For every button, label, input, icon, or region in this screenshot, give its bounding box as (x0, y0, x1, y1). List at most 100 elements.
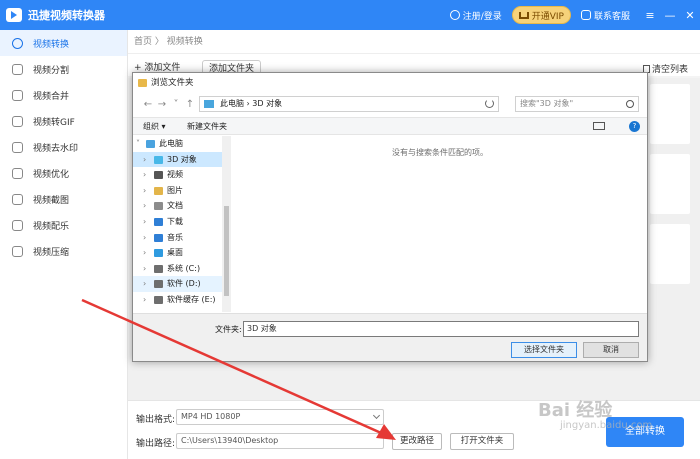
search-input[interactable]: 搜索"3D 对象" (515, 96, 639, 112)
refresh-icon[interactable] (485, 99, 494, 108)
collapsed-chevron-icon[interactable]: › (143, 292, 146, 308)
folder-icon (138, 79, 147, 87)
recent-chevron-icon[interactable]: ˅ (169, 99, 183, 110)
tree-item-pictures[interactable]: › 图片 (133, 183, 230, 199)
search-icon (626, 100, 634, 108)
tree-item-label: 系统 (C:) (167, 263, 201, 273)
forward-arrow-icon[interactable]: → (155, 99, 169, 110)
sidebar-item-remove-watermark[interactable]: 视频去水印 (0, 134, 127, 160)
collapsed-chevron-icon[interactable]: › (143, 230, 146, 246)
collapsed-chevron-icon[interactable]: › (143, 261, 146, 277)
tree-item-this-pc[interactable]: ˅ 此电脑 (133, 136, 230, 152)
folder-name-field[interactable]: 3D 对象 (243, 321, 639, 337)
scrollbar-thumb[interactable] (224, 206, 229, 296)
desktop-icon (154, 249, 163, 258)
tree-item-label: 下载 (167, 216, 183, 226)
user-icon[interactable] (449, 10, 460, 20)
expanded-chevron-icon[interactable]: ˅ (136, 136, 140, 152)
browse-folder-dialog: 浏览文件夹 ← → ˅ ↑ 此电脑 › 3D 对象 搜索"3D 对象" 组织 ▾… (132, 72, 648, 362)
sidebar-item-video-split[interactable]: 视频分割 (0, 56, 127, 82)
music-icon (154, 233, 163, 242)
login-link[interactable]: 注册/登录 (463, 9, 502, 22)
convert-icon (12, 37, 23, 49)
new-folder-button[interactable]: 新建文件夹 (187, 121, 227, 132)
crown-icon (518, 11, 529, 19)
tree-item-label: 3D 对象 (167, 154, 197, 164)
collapsed-chevron-icon[interactable]: › (143, 167, 146, 183)
tree-item-drive-d[interactable]: › 软件 (D:) (133, 276, 230, 292)
sidebar-item-video-compress[interactable]: 视频压缩 (0, 238, 127, 264)
list-item[interactable] (650, 154, 690, 214)
dialog-footer: 文件夹: 3D 对象 选择文件夹 取消 (133, 313, 647, 361)
address-input[interactable]: 此电脑 › 3D 对象 (199, 96, 499, 112)
output-path-field[interactable]: C:\Users\13940\Desktop (176, 433, 384, 449)
picture-icon (154, 186, 163, 195)
sidebar-item-video-music[interactable]: 视频配乐 (0, 212, 127, 238)
list-item[interactable] (650, 84, 690, 144)
document-icon (154, 202, 163, 211)
clear-list-button[interactable]: 清空列表 (642, 62, 688, 75)
organize-menu[interactable]: 组织 ▾ (143, 121, 166, 132)
change-path-button[interactable]: 更改路径 (392, 433, 442, 450)
split-icon (12, 63, 23, 75)
up-arrow-icon[interactable]: ↑ (183, 99, 197, 110)
sidebar-item-label: 视频去水印 (33, 143, 79, 154)
search-placeholder: 搜索"3D 对象" (520, 99, 574, 108)
baidu-watermark-url: jingyan.baidu.com (560, 420, 653, 431)
app-logo-icon (6, 8, 22, 22)
dialog-title: 浏览文件夹 (151, 78, 194, 88)
tree-scrollbar[interactable] (222, 136, 231, 312)
view-options-icon[interactable] (593, 122, 605, 130)
app-title: 迅捷视频转换器 (28, 9, 105, 22)
tree-item-desktop[interactable]: › 桌面 (133, 245, 230, 261)
tree-item-downloads[interactable]: › 下载 (133, 214, 230, 230)
sidebar-item-label: 视频转换 (33, 39, 70, 50)
collapsed-chevron-icon[interactable]: › (143, 245, 146, 261)
cancel-button[interactable]: 取消 (583, 342, 639, 358)
open-folder-button[interactable]: 打开文件夹 (450, 433, 514, 450)
sidebar-item-video-merge[interactable]: 视频合并 (0, 82, 127, 108)
optimize-icon (12, 167, 23, 179)
dialog-title-bar: 浏览文件夹 (133, 73, 647, 93)
help-icon[interactable]: ? (629, 121, 640, 132)
sidebar-item-video-gif[interactable]: 视频转GIF (0, 108, 127, 134)
tree-item-label: 桌面 (167, 248, 183, 258)
tree-item-music[interactable]: › 音乐 (133, 230, 230, 246)
compress-icon (12, 245, 23, 257)
collapsed-chevron-icon[interactable]: › (143, 198, 146, 214)
customer-service-link[interactable]: 联系客服 (594, 9, 630, 22)
music-icon (12, 219, 23, 231)
chevron-down-icon (372, 411, 381, 420)
menu-button[interactable]: ≡ (640, 9, 660, 22)
customer-service-icon[interactable] (580, 10, 591, 20)
pc-icon (204, 100, 214, 108)
collapsed-chevron-icon[interactable]: › (143, 152, 146, 168)
command-bar: 组织 ▾ 新建文件夹 ? (133, 117, 647, 135)
tree-item-3d-objects[interactable]: › 3D 对象 (133, 151, 230, 168)
gif-icon (12, 115, 23, 127)
tree-item-drive-e[interactable]: › 软件缓存 (E:) (133, 292, 230, 308)
tree-item-documents[interactable]: › 文档 (133, 198, 230, 214)
tree-item-label: 软件缓存 (E:) (167, 294, 216, 304)
sidebar-item-label: 视频优化 (33, 169, 70, 180)
back-arrow-icon[interactable]: ← (141, 99, 155, 110)
tree-item-label: 文档 (167, 201, 183, 211)
tree-item-drive-c[interactable]: › 系统 (C:) (133, 261, 230, 277)
sidebar-item-video-screenshot[interactable]: 视频截图 (0, 186, 127, 212)
select-folder-button[interactable]: 选择文件夹 (511, 342, 577, 358)
close-button[interactable]: ✕ (680, 9, 700, 22)
sidebar-item-video-optimize[interactable]: 视频优化 (0, 160, 127, 186)
collapsed-chevron-icon[interactable]: › (143, 183, 146, 199)
list-item[interactable] (650, 224, 690, 284)
collapsed-chevron-icon[interactable]: › (143, 214, 146, 230)
output-format-select[interactable]: MP4 HD 1080P (176, 409, 384, 425)
tree-item-videos[interactable]: › 视频 (133, 167, 230, 183)
sidebar-item-label: 视频配乐 (33, 221, 70, 232)
vip-button[interactable]: 开通VIP (511, 6, 571, 24)
title-bar: 迅捷视频转换器 注册/登录 开通VIP 联系客服 ≡ — ✕ (0, 0, 700, 30)
tree-item-label: 软件 (D:) (167, 279, 201, 289)
sidebar-item-video-convert[interactable]: 视频转换 (0, 30, 127, 56)
collapsed-chevron-icon[interactable]: › (143, 276, 146, 292)
minimize-button[interactable]: — (660, 9, 680, 22)
folder-label: 文件夹: (215, 325, 242, 334)
